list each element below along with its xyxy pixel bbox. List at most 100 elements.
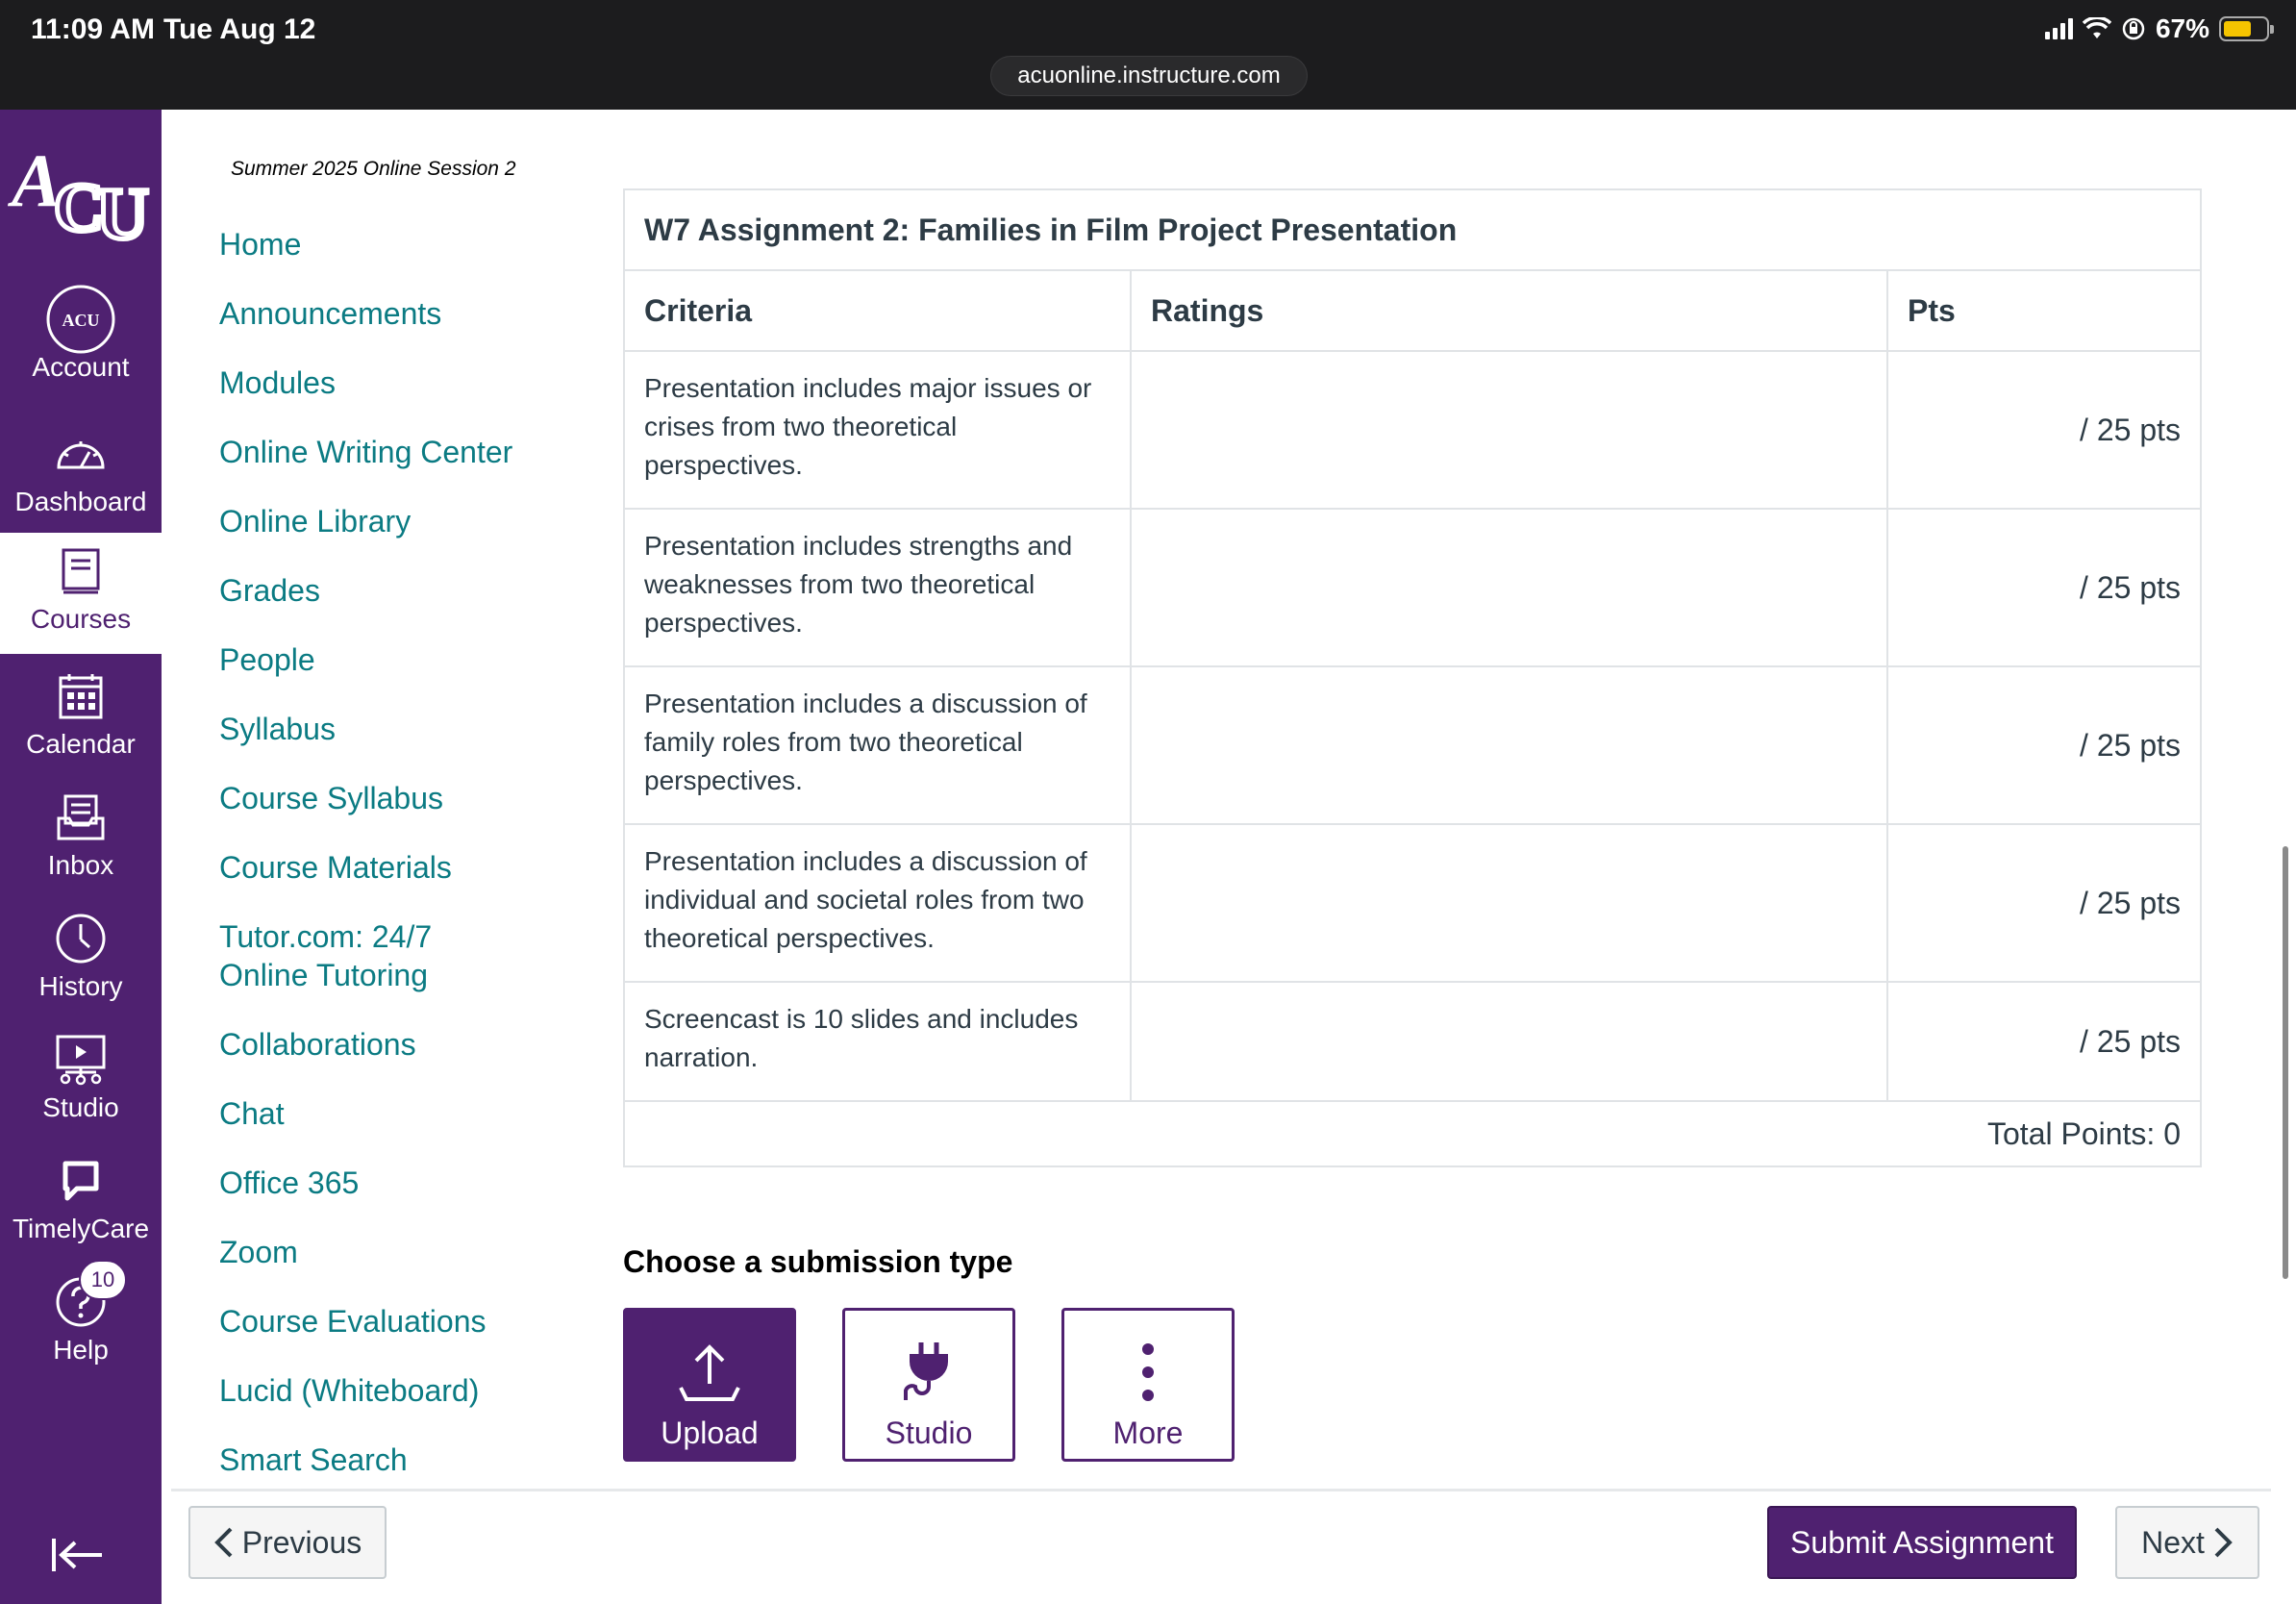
global-nav-calendar[interactable]: Calendar: [0, 658, 162, 779]
more-vertical-icon: [1142, 1342, 1154, 1401]
global-nav-inbox[interactable]: Inbox: [0, 779, 162, 900]
status-bar: 11:09 AM Tue Aug 12 acuonline.instructur…: [0, 0, 2296, 110]
status-indicators: 67%: [2044, 13, 2274, 44]
course-nav-course-syllabus[interactable]: Course Syllabus: [219, 779, 443, 817]
inbox-icon: [57, 794, 105, 840]
rubric-row: Presentation includes a discussion of fa…: [625, 667, 2200, 825]
rubric-header-row: Criteria Ratings Pts: [625, 271, 2200, 352]
address-bar[interactable]: acuonline.instructure.com: [990, 56, 1308, 96]
battery-percent: 67%: [2155, 13, 2209, 43]
course-nav-home[interactable]: Home: [219, 225, 301, 263]
course-nav-tutor-line-2[interactable]: Online Tutoring: [219, 956, 428, 994]
rubric-row: Screencast is 10 slides and includes nar…: [625, 983, 2200, 1102]
global-nav-label: TimelyCare: [12, 1214, 150, 1243]
dashboard-gauge-icon: [57, 441, 105, 469]
course-nav-smart-search[interactable]: Smart Search: [219, 1441, 408, 1479]
course-nav: Summer 2025 Online Session 2 Home Announ…: [162, 110, 623, 1494]
course-nav-office-365[interactable]: Office 365: [219, 1164, 359, 1202]
course-nav-modules[interactable]: Modules: [219, 363, 336, 402]
rating-cell: [1132, 667, 1888, 823]
help-notification-badge: 10: [79, 1260, 127, 1300]
points-cell: / 25 pts: [2080, 569, 2181, 605]
course-nav-grades[interactable]: Grades: [219, 571, 320, 610]
global-nav-label: Calendar: [26, 729, 136, 759]
criterion-text: Presentation includes strengths and weak…: [644, 531, 1073, 638]
global-nav-label: Courses: [30, 604, 132, 634]
global-nav-label: History: [38, 971, 123, 1001]
rating-cell: [1132, 352, 1888, 508]
criterion-text: Presentation includes a discussion of fa…: [644, 689, 1087, 795]
status-time: 11:09 AM: [31, 13, 155, 45]
svg-text:U: U: [96, 174, 149, 244]
more-submission-button[interactable]: More: [1061, 1308, 1235, 1462]
global-nav-studio[interactable]: Studio: [0, 1021, 162, 1142]
status-date: Tue Aug 12: [163, 13, 316, 45]
rating-cell: [1132, 510, 1888, 665]
acu-logo[interactable]: A C U: [8, 138, 154, 244]
course-nav-lucid-whiteboard[interactable]: Lucid (Whiteboard): [219, 1371, 479, 1410]
chevron-left-icon: [213, 1527, 233, 1558]
total-points: Total Points: 0: [1987, 1115, 2181, 1151]
history-clock-icon: [56, 914, 106, 964]
calendar-icon: [59, 674, 103, 719]
points-cell: / 25 pts: [2080, 412, 2181, 447]
studio-icon: [56, 1035, 106, 1086]
course-nav-online-writing-center[interactable]: Online Writing Center: [219, 433, 512, 471]
points-cell: / 25 pts: [2080, 1023, 2181, 1059]
page-scrollbar[interactable]: [2283, 846, 2288, 1279]
rubric-row: Presentation includes strengths and weak…: [625, 510, 2200, 667]
course-nav-course-evaluations[interactable]: Course Evaluations: [219, 1302, 486, 1341]
pts-header: Pts: [1908, 292, 1956, 328]
global-nav-timelycare[interactable]: TimelyCare: [0, 1142, 162, 1264]
global-nav-dashboard[interactable]: Dashboard: [0, 415, 162, 537]
battery-icon: [2219, 16, 2274, 41]
upload-label: Upload: [661, 1415, 759, 1450]
wifi-icon: [2082, 17, 2111, 38]
more-label: More: [1112, 1415, 1184, 1450]
rating-cell: [1132, 983, 1888, 1100]
studio-submission-button[interactable]: Studio: [842, 1308, 1015, 1462]
course-nav-announcements[interactable]: Announcements: [219, 294, 441, 333]
rubric-row: Presentation includes a discussion of in…: [625, 825, 2200, 983]
rubric-title: W7 Assignment 2: Families in Film Projec…: [625, 190, 2200, 271]
course-term: Summer 2025 Online Session 2: [231, 158, 516, 180]
submit-assignment-button[interactable]: Submit Assignment: [1767, 1506, 2077, 1579]
cellular-signal-icon: [2044, 18, 2073, 39]
next-button[interactable]: Next: [2115, 1506, 2259, 1579]
upload-submission-button[interactable]: Upload: [623, 1308, 796, 1462]
submission-type-heading: Choose a submission type: [623, 1244, 1013, 1279]
ratings-header: Ratings: [1132, 271, 1888, 350]
account-avatar-icon: ACU: [46, 285, 115, 354]
criterion-text: Screencast is 10 slides and includes nar…: [644, 1004, 1079, 1072]
course-nav-syllabus[interactable]: Syllabus: [219, 710, 336, 748]
plug-icon: [904, 1341, 948, 1400]
course-nav-tutor-line-1[interactable]: Tutor.com: 24/7: [219, 917, 432, 956]
course-nav-chat[interactable]: Chat: [219, 1094, 285, 1133]
svg-text:ACU: ACU: [62, 311, 100, 330]
orientation-lock-icon: [2122, 17, 2145, 40]
course-nav-course-materials[interactable]: Course Materials: [219, 848, 452, 887]
upload-icon: [679, 1343, 740, 1401]
course-nav-zoom[interactable]: Zoom: [219, 1233, 298, 1271]
global-nav-label: Inbox: [47, 850, 114, 880]
rubric-table: W7 Assignment 2: Families in Film Projec…: [623, 188, 2202, 1167]
collapse-nav-icon[interactable]: [48, 1531, 106, 1579]
footer-divider: [171, 1489, 2271, 1491]
course-nav-collaborations[interactable]: Collaborations: [219, 1025, 416, 1064]
previous-button[interactable]: Previous: [188, 1506, 387, 1579]
global-nav-courses[interactable]: Courses: [0, 533, 162, 654]
chevron-right-icon: [2214, 1527, 2233, 1558]
criterion-text: Presentation includes a discussion of in…: [644, 846, 1087, 953]
courses-book-icon: [62, 548, 100, 594]
course-nav-online-library[interactable]: Online Library: [219, 502, 411, 540]
global-nav-label: Studio: [42, 1092, 119, 1122]
rating-cell: [1132, 825, 1888, 981]
criterion-text: Presentation includes major issues or cr…: [644, 373, 1092, 480]
course-nav-people[interactable]: People: [219, 640, 315, 679]
points-cell: / 25 pts: [2080, 727, 2181, 763]
global-nav-account[interactable]: ACU Account: [0, 281, 162, 402]
criteria-header: Criteria: [625, 271, 1132, 350]
global-nav-history[interactable]: History: [0, 900, 162, 1021]
global-nav-label: Help: [53, 1335, 109, 1365]
timelycare-icon: [62, 1161, 99, 1201]
